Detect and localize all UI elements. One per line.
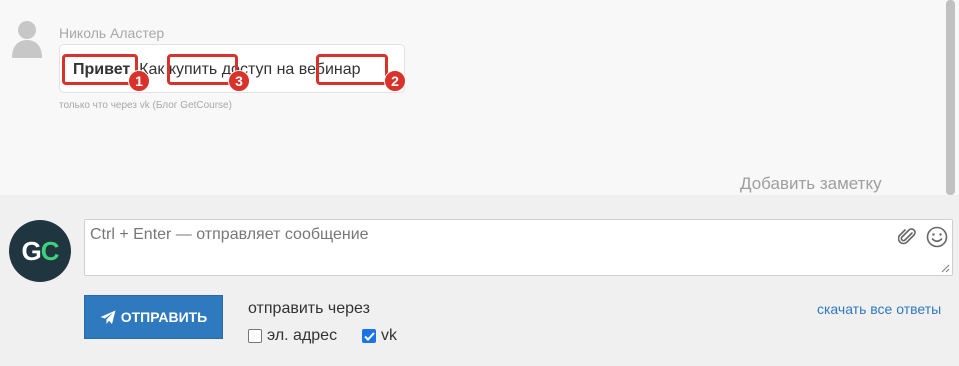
- reply-input[interactable]: [90, 226, 890, 270]
- download-all-replies-link[interactable]: скачать все ответы: [817, 301, 941, 317]
- message-author: Николь Аластер: [59, 25, 165, 41]
- smile-icon[interactable]: [926, 226, 948, 248]
- logo-letter-c: C: [40, 235, 60, 266]
- reply-box: [84, 219, 953, 276]
- paperclip-icon[interactable]: [898, 227, 916, 247]
- vk-checkbox[interactable]: [362, 329, 376, 343]
- message-text: Привет. Как купить доступ на вебинар: [73, 61, 361, 79]
- send-via-label: отправить через: [248, 300, 370, 317]
- add-note-link[interactable]: Добавить заметку: [740, 174, 882, 194]
- resize-grip-icon[interactable]: [941, 264, 950, 273]
- user-avatar-icon: [12, 21, 42, 58]
- paper-plane-icon: [100, 310, 116, 324]
- annotation-badge-2: 2: [384, 70, 406, 92]
- checkmark-icon: [363, 331, 375, 341]
- annotation-badge-1: 1: [128, 70, 150, 92]
- channel-email-option[interactable]: эл. адрес: [248, 327, 337, 345]
- channel-email-label: эл. адрес: [267, 327, 338, 344]
- send-button[interactable]: ОТПРАВИТЬ: [84, 295, 223, 339]
- channel-vk-option[interactable]: vk: [362, 327, 397, 345]
- channel-vk-label: vk: [381, 327, 397, 344]
- logo-letter-g: G: [21, 235, 41, 266]
- annotation-badge-3: 3: [228, 70, 250, 92]
- message-meta: только что через vk (Блог GetCourse): [59, 100, 232, 111]
- message-greeting: Привет: [73, 61, 131, 78]
- getcourse-logo: GC: [9, 220, 71, 282]
- send-button-label: ОТПРАВИТЬ: [120, 309, 208, 325]
- email-checkbox[interactable]: [248, 329, 262, 343]
- scrollbar[interactable]: [946, 0, 955, 195]
